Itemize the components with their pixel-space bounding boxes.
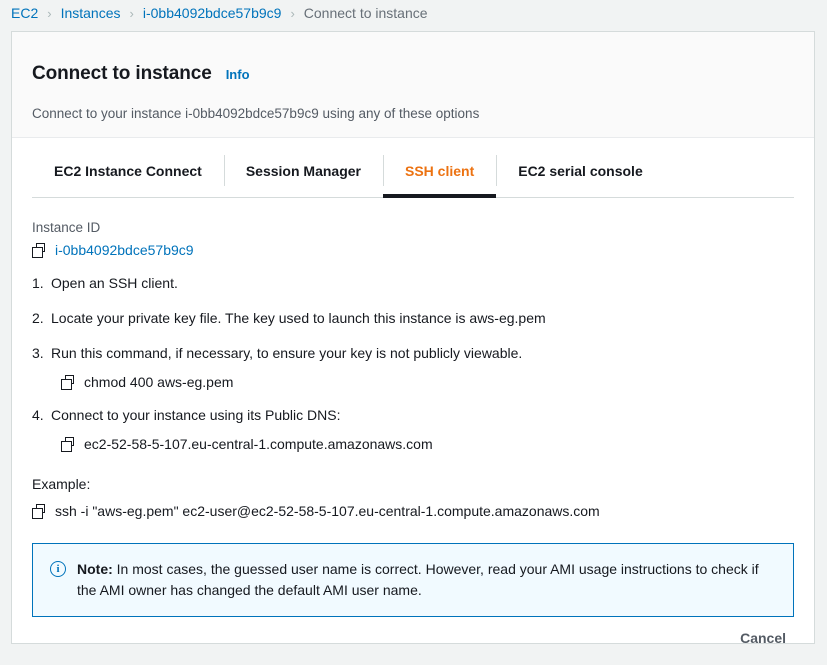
copy-icon[interactable] (61, 374, 76, 390)
step-4: 4. Connect to your instance using its Pu… (32, 406, 794, 425)
step-number: 1. (32, 275, 44, 292)
tab-label: EC2 Instance Connect (54, 162, 202, 179)
tab-ec2-instance-connect[interactable]: EC2 Instance Connect (32, 144, 224, 197)
example-command-row: ssh -i "aws-eg.pem" ec2-user@ec2-52-58-5… (32, 503, 794, 519)
breadcrumb-separator-icon: › (290, 5, 295, 21)
card-footer: Cancel (11, 613, 815, 663)
public-dns-row: ec2-52-58-5-107.eu-central-1.compute.ama… (61, 436, 794, 452)
breadcrumb-separator-icon: › (47, 5, 52, 21)
breadcrumb-item-instance-id[interactable]: i-0bb4092bdce57b9c9 (143, 5, 282, 21)
chmod-command-text: chmod 400 aws-eg.pem (84, 374, 234, 391)
cancel-button[interactable]: Cancel (729, 624, 797, 652)
card-body: EC2 Instance Connect Session Manager SSH… (12, 144, 814, 643)
breadcrumb-separator-icon: › (129, 5, 134, 21)
instance-id-link[interactable]: i-0bb4092bdce57b9c9 (55, 242, 194, 258)
tab-session-manager[interactable]: Session Manager (223, 144, 383, 197)
step-text: Open an SSH client. (51, 275, 178, 292)
tab-label: EC2 serial console (518, 162, 643, 179)
page-title: Connect to instance (32, 62, 212, 84)
step-3: 3. Run this command, if necessary, to en… (32, 344, 794, 363)
copy-icon[interactable] (32, 503, 47, 519)
note-body: In most cases, the guessed user name is … (77, 561, 759, 598)
breadcrumb: EC2 › Instances › i-0bb4092bdce57b9c9 › … (0, 2, 827, 24)
copy-icon-front-shape (61, 378, 72, 390)
tab-bar: EC2 Instance Connect Session Manager SSH… (32, 144, 794, 199)
card-header: Connect to instance Info Connect to your… (12, 32, 814, 139)
tab-ec2-serial-console[interactable]: EC2 serial console (496, 144, 665, 197)
card-title-row: Connect to instance Info (32, 50, 794, 97)
info-circle-icon: i (50, 561, 66, 577)
copy-icon[interactable] (32, 242, 47, 258)
tab-label: SSH client (404, 162, 475, 179)
public-dns-text: ec2-52-58-5-107.eu-central-1.compute.ama… (84, 436, 433, 452)
tab-ssh-client[interactable]: SSH client (382, 144, 497, 199)
note-alert: i Note: In most cases, the guessed user … (32, 543, 794, 617)
breadcrumb-item-current: Connect to instance (303, 5, 428, 21)
instance-id-label: Instance ID (32, 220, 101, 236)
step-1: 1. Open an SSH client. (32, 274, 794, 293)
copy-icon-front-shape (32, 507, 43, 519)
step-number: 4. (32, 407, 44, 424)
chmod-command-row: chmod 400 aws-eg.pem (61, 374, 794, 390)
step-text: Connect to your instance using its Publi… (51, 407, 341, 424)
tab-label: Session Manager (245, 162, 361, 179)
step-number: 2. (32, 310, 44, 327)
breadcrumb-item-ec2[interactable]: EC2 (11, 5, 38, 21)
step-number: 3. (32, 345, 44, 362)
example-command-text: ssh -i "aws-eg.pem" ec2-user@ec2-52-58-5… (55, 503, 600, 519)
note-text: Note: In most cases, the guessed user na… (77, 559, 777, 601)
step-text: Locate your private key file. The key us… (51, 310, 546, 327)
copy-icon-front-shape (32, 246, 43, 258)
copy-icon-front-shape (61, 440, 72, 452)
info-link[interactable]: Info (226, 67, 250, 82)
card-subtitle: Connect to your instance i-0bb4092bdce57… (32, 106, 480, 122)
step-text: Run this command, if necessary, to ensur… (51, 345, 523, 362)
connect-to-instance-card: Connect to instance Info Connect to your… (11, 31, 815, 644)
step-2: 2. Locate your private key file. The key… (32, 309, 794, 328)
copy-icon[interactable] (61, 436, 76, 452)
breadcrumb-item-instances[interactable]: Instances (61, 5, 121, 21)
ssh-steps-list: 1. Open an SSH client. 2. Locate your pr… (32, 274, 794, 452)
note-prefix: Note: (77, 561, 117, 577)
example-label: Example: (32, 476, 91, 492)
instance-id-row: i-0bb4092bdce57b9c9 (32, 242, 794, 258)
